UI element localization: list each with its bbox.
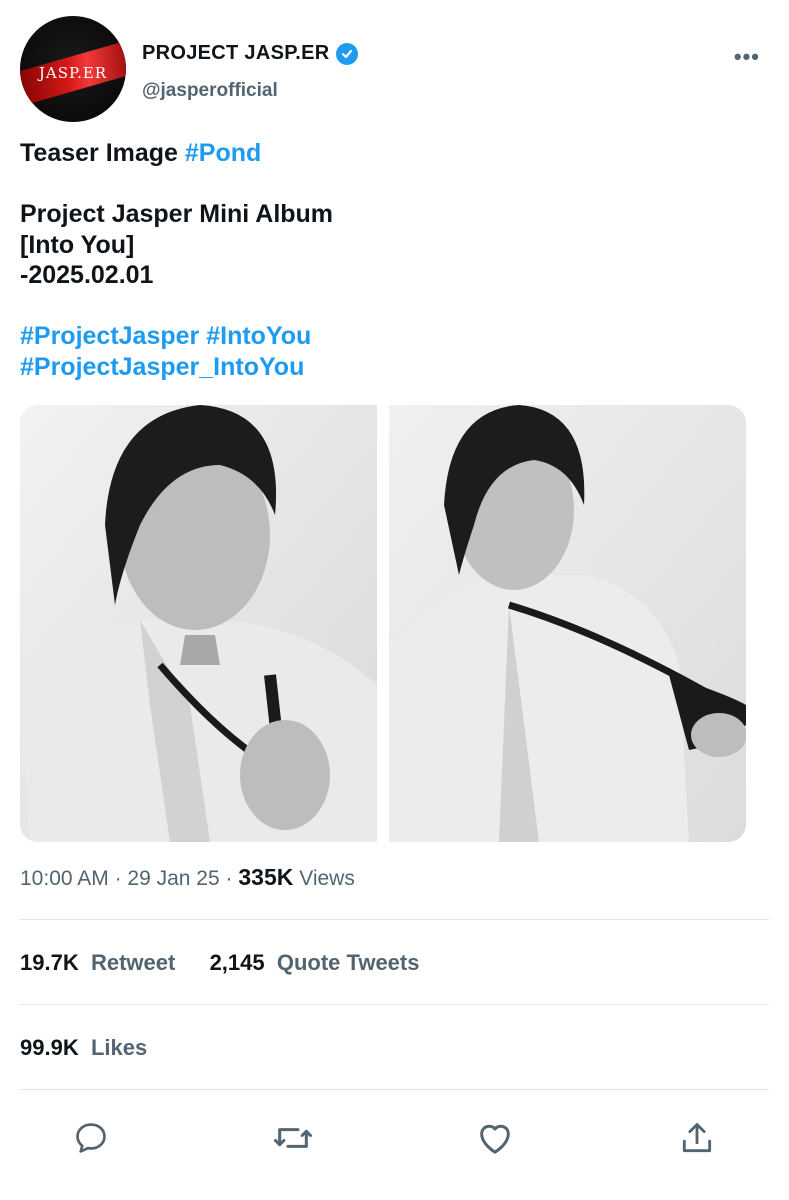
teaser-photo-2[interactable] (389, 405, 746, 842)
likes-label: Likes (90, 1035, 148, 1060)
retweets-stat[interactable]: 19.7K Retweet (20, 950, 175, 975)
tweet-line-3: [Into You] (20, 230, 135, 259)
hashtag-line-2: #ProjectJasper_IntoYou (20, 352, 760, 383)
author-handle[interactable]: @jasperofficial (142, 80, 278, 102)
hashtag-pond[interactable]: #Pond (185, 139, 261, 167)
likes-stats-row[interactable]: 99.9K Likes (20, 1035, 147, 1061)
quotes-label: Quote Tweets (276, 950, 420, 975)
divider (20, 1089, 769, 1090)
share-icon[interactable] (677, 1118, 717, 1158)
tweet-line-1: Teaser Image #Pond (20, 138, 760, 169)
action-bar (0, 1110, 789, 1166)
meta-separator: · (114, 867, 122, 890)
reply-icon[interactable] (71, 1118, 111, 1158)
retweets-count: 19.7K (20, 950, 79, 975)
more-options-icon[interactable]: ••• (734, 44, 760, 70)
quotes-stat[interactable]: 2,145 Quote Tweets (210, 950, 420, 975)
hashtag-line-1: #ProjectJasper #IntoYou (20, 321, 760, 352)
retweet-icon[interactable] (273, 1118, 313, 1158)
hashtag-projectjasper[interactable]: #ProjectJasper (20, 322, 199, 350)
hashtag-projectjasper-intoyou[interactable]: #ProjectJasper_IntoYou (20, 353, 304, 381)
divider (20, 1004, 769, 1005)
media-grid (20, 405, 746, 842)
views-label: Views (299, 867, 355, 890)
retweets-label: Retweet (90, 950, 176, 975)
quotes-count: 2,145 (209, 950, 265, 975)
views-count: 335K (238, 864, 294, 890)
tweet-text: Teaser Image #Pond Project Jasper Mini A… (20, 138, 760, 382)
author-name[interactable]: PROJECT JASP.ER (142, 42, 330, 65)
likes-count: 99.9K (20, 1035, 79, 1060)
tweet-header: JASP.ER PROJECT JASP.ER @jasperofficial … (20, 16, 770, 124)
divider (20, 919, 769, 920)
author-name-row[interactable]: PROJECT JASP.ER (142, 42, 358, 65)
hashtag-intoyou[interactable]: #IntoYou (206, 322, 311, 350)
meta-separator: · (225, 867, 233, 890)
teaser-photo-1[interactable] (20, 405, 377, 842)
tweet-line-4: -2025.02.01 (20, 261, 154, 289)
tweet-line-2: Project Jasper Mini Album (20, 200, 334, 228)
tweet-line-1-text: Teaser Image (20, 139, 185, 167)
tweet-meta: 10:00 AM · 29 Jan 25 · 335K Views (20, 864, 355, 891)
avatar-logo: JASP.ER (38, 64, 108, 82)
verified-badge-icon (335, 42, 358, 65)
tweet-date[interactable]: 29 Jan 25 (127, 867, 219, 890)
avatar[interactable]: JASP.ER (20, 16, 126, 122)
tweet-time[interactable]: 10:00 AM (20, 867, 109, 890)
like-icon[interactable] (475, 1118, 515, 1158)
engagement-stats-row: 19.7K Retweet 2,145 Quote Tweets (20, 950, 419, 976)
